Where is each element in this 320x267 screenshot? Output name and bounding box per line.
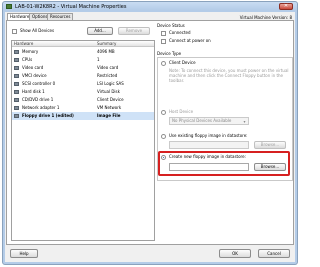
dialog-client-area: Hardware Options Resources Virtual Machi… <box>5 12 295 262</box>
connected-label: Connected <box>169 30 191 35</box>
cancel-button[interactable]: Cancel <box>258 249 290 258</box>
chevron-down-icon: ▾ <box>243 119 246 124</box>
existing-image-path-field[interactable] <box>169 141 249 149</box>
table-row[interactable]: SCSI controller 0 LSI Logic SAS <box>12 80 154 88</box>
hardware-name-cell: Hard disk 1 <box>22 89 45 94</box>
hardware-name-cell: Video card <box>22 65 44 70</box>
hardware-name-cell: Floppy drive 1 (edited) <box>22 113 74 118</box>
hardware-name-cell: SCSI controller 0 <box>22 81 56 86</box>
connect-at-power-on-label: Connect at power on <box>169 38 211 43</box>
cpu-icon <box>14 58 19 62</box>
use-existing-image-radio[interactable] <box>161 134 166 139</box>
annotation-highlight-box <box>158 151 290 176</box>
hardware-summary-cell: LSI Logic SAS <box>97 81 124 86</box>
device-status-title: Device Status <box>157 23 185 28</box>
hard-disk-icon <box>14 90 19 94</box>
window-title: LAB-01-W2K8R2 - Virtual Machine Properti… <box>15 4 127 10</box>
show-all-devices-checkbox[interactable] <box>12 29 17 34</box>
network-icon <box>14 106 19 110</box>
hardware-panel: Show All Devices Add... Remove Hardware … <box>6 20 294 245</box>
title-bar[interactable]: LAB-01-W2K8R2 - Virtual Machine Properti… <box>3 2 297 12</box>
client-device-radio[interactable] <box>161 61 166 66</box>
memory-icon <box>14 50 19 54</box>
hardware-summary-cell: Client Device <box>97 97 124 102</box>
hardware-name-cell: CD/DVD drive 1 <box>22 97 54 102</box>
hardware-name-cell: VMCI device <box>22 73 47 78</box>
hardware-name-cell: Network adapter 1 <box>22 105 60 110</box>
hardware-table-header: Hardware Summary <box>12 41 154 47</box>
table-row[interactable]: Floppy drive 1 (edited) Image File <box>12 112 154 120</box>
connected-checkbox[interactable] <box>161 31 166 36</box>
show-all-devices-label: Show All Devices <box>20 28 55 33</box>
client-device-note: Note: To connect this device, you must p… <box>169 68 289 83</box>
table-row[interactable]: CD/DVD drive 1 Client Device <box>12 96 154 104</box>
add-button[interactable]: Add... <box>87 27 113 35</box>
remove-button[interactable]: Remove <box>118 27 150 35</box>
hardware-name-cell: Memory <box>22 49 39 54</box>
hardware-summary-cell: Image File <box>97 113 121 118</box>
video-card-icon <box>14 66 19 70</box>
table-row[interactable]: CPUs 1 <box>12 56 154 64</box>
tab-bar: Hardware Options Resources Virtual Machi… <box>5 13 295 21</box>
client-device-label: Client Device <box>169 60 196 65</box>
use-existing-image-label: Use existing floppy image in datastore: <box>169 133 248 138</box>
hardware-summary-cell: Restricted <box>97 73 118 78</box>
table-row[interactable]: Memory 4096 MB <box>12 48 154 56</box>
table-row[interactable]: Network adapter 1 VM Network <box>12 104 154 112</box>
vm-app-icon <box>6 4 12 9</box>
connect-at-power-on-checkbox[interactable] <box>161 39 166 44</box>
hardware-table: Hardware Summary Memory 4096 MB CPUs 1 Video… <box>11 40 155 241</box>
tab-resources[interactable]: Resources <box>47 13 74 20</box>
existing-image-browse-button[interactable]: Browse... <box>254 141 286 149</box>
hardware-name-cell: CPUs <box>22 57 33 62</box>
table-row[interactable]: VMCI device Restricted <box>12 72 154 80</box>
vmci-icon <box>14 74 19 78</box>
column-header-summary[interactable]: Summary <box>97 41 116 47</box>
host-device-label: Host Device <box>169 109 194 114</box>
host-device-radio[interactable] <box>161 110 166 115</box>
host-device-select[interactable]: No Physical Devices Available ▾ <box>169 117 249 125</box>
column-header-hardware[interactable]: Hardware <box>14 41 33 47</box>
hardware-summary-cell: 1 <box>97 57 100 62</box>
hardware-summary-cell: VM Network <box>97 105 122 110</box>
floppy-icon <box>14 114 19 118</box>
ok-button[interactable]: OK <box>219 249 251 258</box>
cd-dvd-icon <box>14 98 19 102</box>
help-button[interactable]: Help <box>10 249 38 258</box>
hardware-summary-cell: Video card <box>97 65 119 70</box>
scsi-icon <box>14 82 19 86</box>
host-device-select-value: No Physical Devices Available <box>172 118 232 123</box>
hardware-summary-cell: Virtual Disk <box>97 89 120 94</box>
table-row[interactable]: Video card Video card <box>12 64 154 72</box>
hardware-summary-cell: 4096 MB <box>97 49 115 54</box>
table-row[interactable]: Hard disk 1 Virtual Disk <box>12 88 154 96</box>
close-button[interactable]: ✕ <box>279 3 293 10</box>
